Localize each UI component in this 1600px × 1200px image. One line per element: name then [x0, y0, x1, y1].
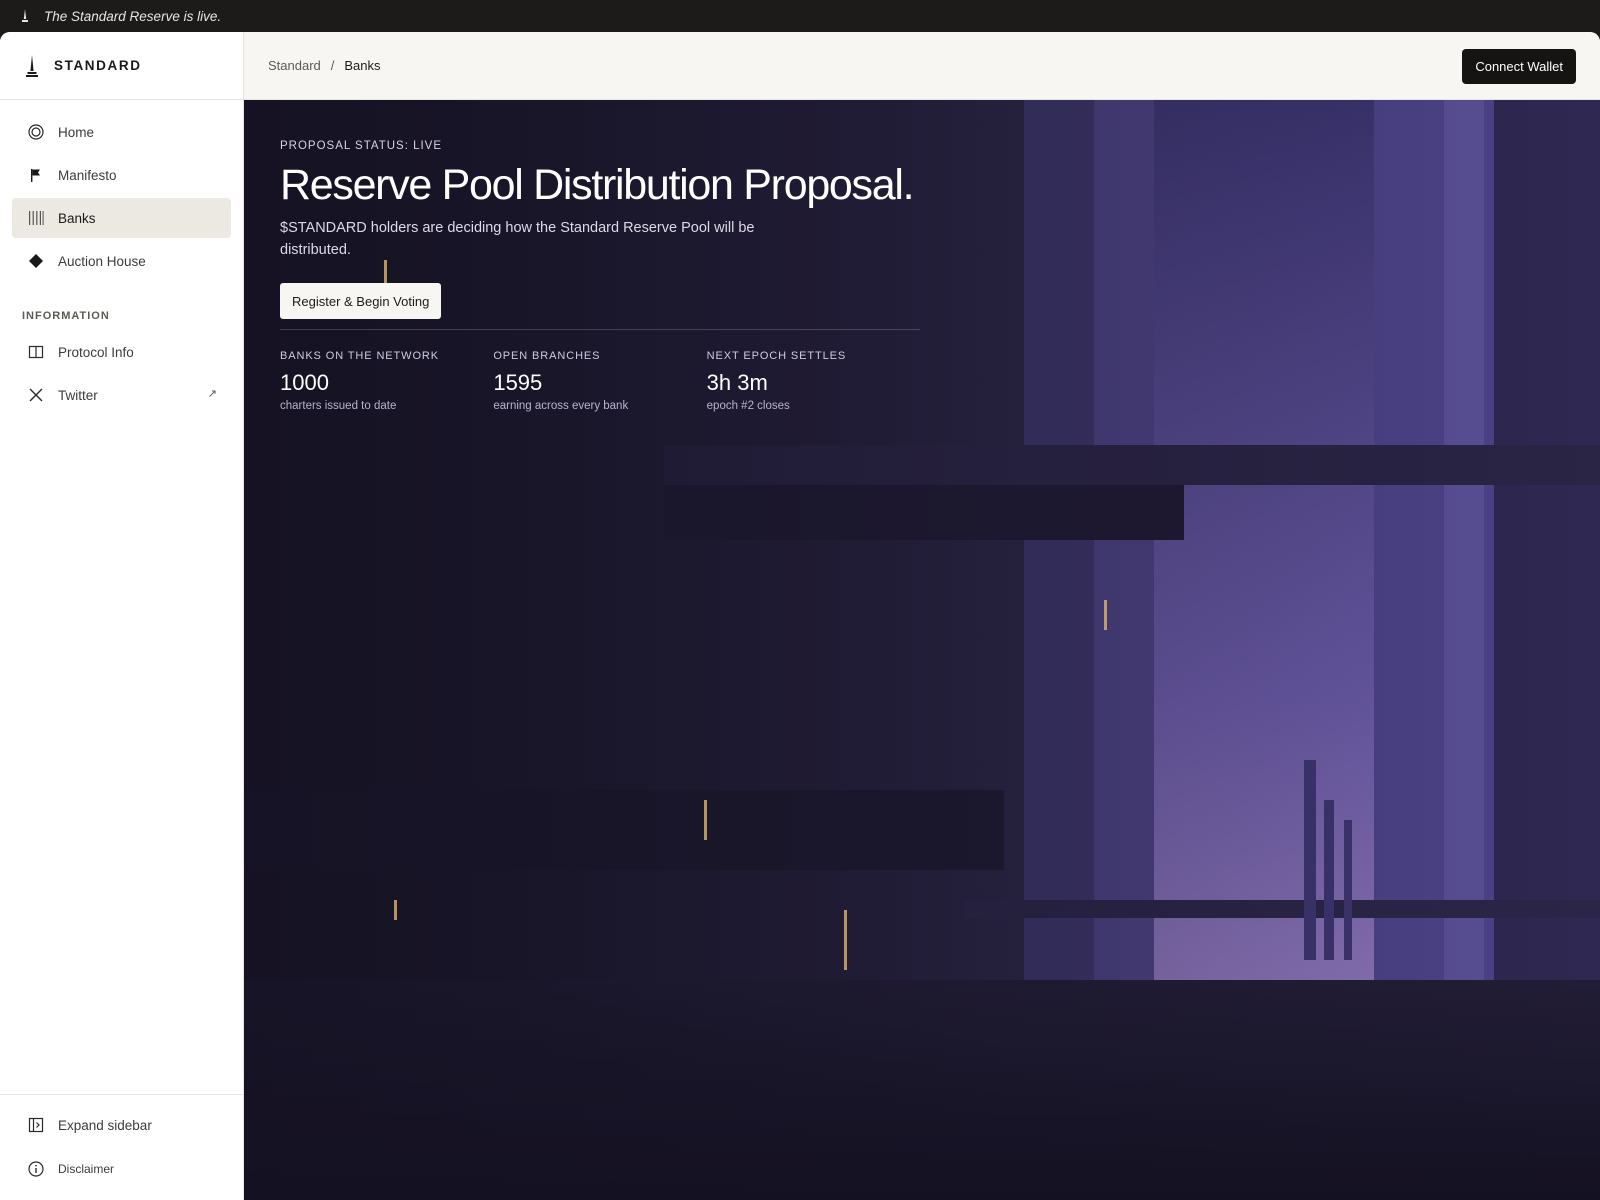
sidebar: STANDARD Home Manifesto Banks Auction Ho… — [0, 32, 244, 1200]
expand-sidebar-button[interactable]: Expand sidebar — [12, 1105, 231, 1145]
proposal-status: PROPOSAL STATUS: LIVE — [280, 140, 443, 152]
connect-wallet-button[interactable]: Connect Wallet — [1462, 49, 1576, 84]
flag-icon — [28, 167, 44, 183]
sidebar-item-twitter[interactable]: Twitter ↗ — [12, 375, 231, 415]
disclaimer-label: Disclaimer — [58, 1162, 115, 1176]
info-icon — [28, 1161, 44, 1177]
sidebar-footer: Expand sidebar Disclaimer — [0, 1094, 243, 1200]
expand-sidebar-label: Expand sidebar — [58, 1117, 152, 1133]
brand-name: STANDARD — [54, 58, 142, 73]
top-header: Standard / Banks Connect Wallet — [244, 32, 1600, 100]
book-icon — [28, 344, 44, 360]
hero-description: $STANDARD holders are deciding how the S… — [280, 220, 755, 259]
page-title: Reserve Pool Distribution Proposal. — [280, 161, 915, 209]
breadcrumb-separator: / — [330, 58, 335, 73]
stat-value: 1595 — [493, 370, 543, 396]
pillars-icon — [28, 210, 44, 226]
stat-value: 3h 3m — [706, 370, 768, 396]
sidebar-item-label: Auction House — [58, 253, 146, 269]
external-link-icon: ↗ — [207, 388, 217, 400]
x-logo-icon — [28, 387, 44, 403]
diamond-icon — [28, 253, 44, 269]
sidebar-item-label: Manifesto — [58, 167, 117, 183]
primary-nav: Home Manifesto Banks Auction House — [0, 100, 243, 281]
section-label-information: INFORMATION — [22, 310, 110, 322]
sidebar-item-manifesto[interactable]: Manifesto — [12, 155, 231, 195]
stat-value: 1000 — [280, 370, 329, 396]
divider — [280, 329, 920, 331]
tower-logo-icon — [26, 54, 38, 77]
stat-subtext: epoch #2 closes — [706, 400, 790, 413]
sidebar-item-label: Home — [58, 124, 95, 140]
home-ring-icon — [28, 124, 44, 140]
stat-epoch: NEXT EPOCH SETTLES 3h 3m epoch #2 closes — [707, 350, 920, 412]
stat-banks: BANKS ON THE NETWORK 1000 charters issue… — [280, 350, 493, 412]
stat-branches: OPEN BRANCHES 1595 earning across every … — [493, 350, 706, 412]
breadcrumb: Standard / Banks — [268, 58, 381, 73]
stat-label: BANKS ON THE NETWORK — [280, 350, 439, 363]
sidebar-item-home[interactable]: Home — [12, 112, 231, 152]
hero-section: PROPOSAL STATUS: LIVE Reserve Pool Distr… — [244, 100, 1600, 1200]
sidebar-item-protocol-info[interactable]: Protocol Info — [12, 332, 231, 372]
disclaimer-button[interactable]: Disclaimer — [12, 1149, 231, 1189]
expand-sidebar-icon — [28, 1117, 44, 1133]
breadcrumb-current: Banks — [344, 58, 381, 73]
sidebar-item-label: Banks — [58, 210, 96, 226]
sidebar-item-banks[interactable]: Banks — [12, 198, 231, 238]
tower-logo-icon — [22, 9, 28, 22]
app-window: STANDARD Home Manifesto Banks Auction Ho… — [0, 32, 1600, 1200]
stats-row: BANKS ON THE NETWORK 1000 charters issue… — [280, 350, 920, 412]
stat-subtext: earning across every bank — [493, 400, 629, 413]
sidebar-item-auction-house[interactable]: Auction House — [12, 241, 231, 281]
hero-content: PROPOSAL STATUS: LIVE Reserve Pool Distr… — [280, 100, 920, 412]
stat-label: OPEN BRANCHES — [493, 350, 601, 363]
brand[interactable]: STANDARD — [0, 32, 243, 100]
sidebar-item-label: Twitter — [58, 387, 98, 403]
sidebar-item-label: Protocol Info — [58, 344, 134, 360]
info-nav: Protocol Info Twitter ↗ — [0, 332, 243, 415]
stat-label: NEXT EPOCH SETTLES — [706, 350, 847, 363]
stat-subtext: charters issued to date — [280, 400, 397, 413]
breadcrumb-root[interactable]: Standard — [268, 58, 321, 73]
announcement-text: The Standard Reserve is live. — [44, 8, 222, 24]
announcement-bar: The Standard Reserve is live. — [0, 0, 1600, 32]
register-vote-button[interactable]: Register & Begin Voting — [280, 283, 442, 320]
